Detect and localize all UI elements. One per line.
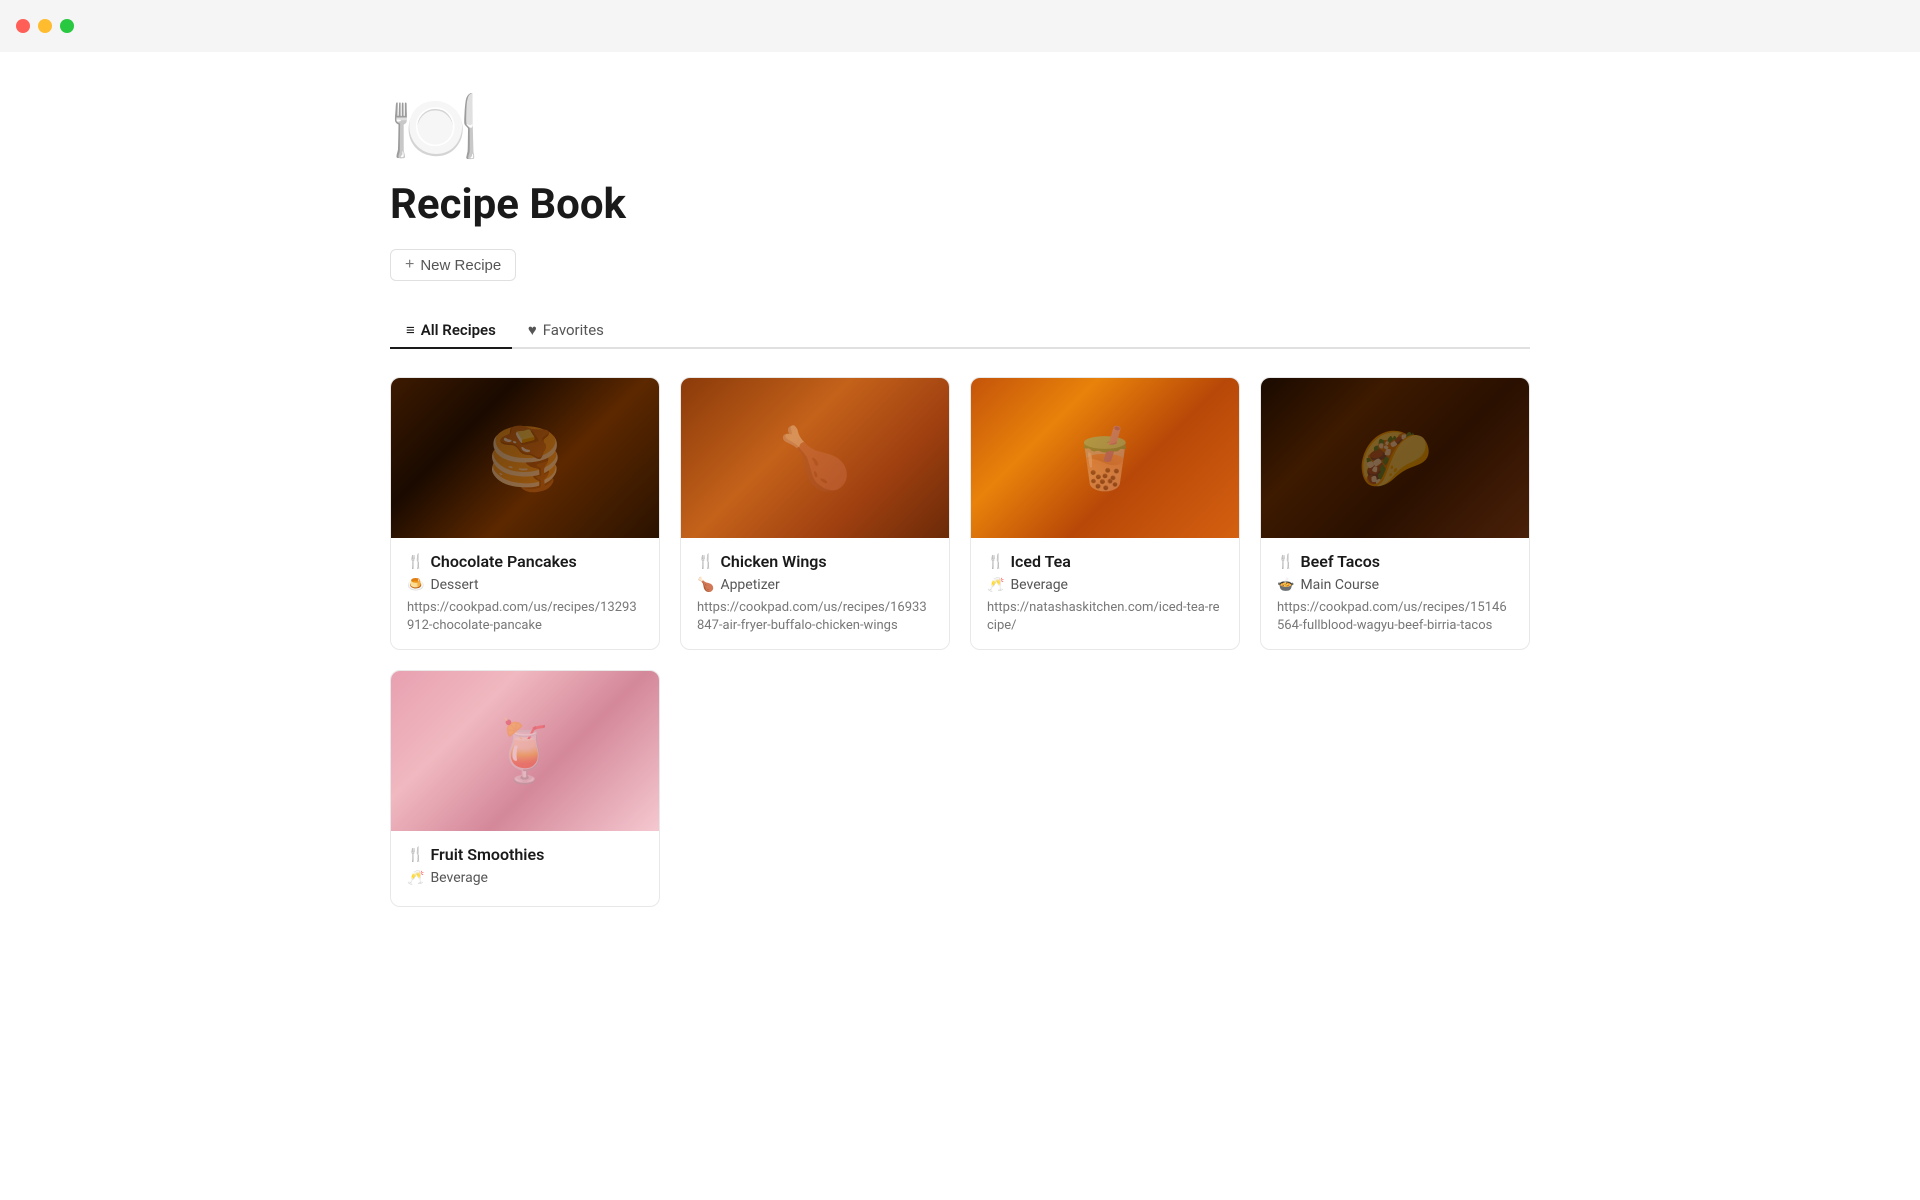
recipe-image-emoji-chocolate-pancakes: 🥞 [391, 378, 659, 538]
all-recipes-label: All Recipes [421, 321, 496, 339]
page-title: Recipe Book [390, 180, 1530, 229]
recipe-category-iced-tea: 🥂 Beverage [987, 577, 1223, 593]
recipe-card-body-chicken-wings: 🍴 Chicken Wings 🍗 Appetizer https://cook… [681, 538, 949, 649]
recipe-card-body-beef-tacos: 🍴 Beef Tacos 🍲 Main Course https://cookp… [1261, 538, 1529, 649]
recipe-image-fruit-smoothies: 🍹 [391, 671, 659, 831]
recipe-category-text: Dessert [430, 577, 478, 593]
favorites-icon: ♥ [528, 321, 537, 339]
new-recipe-label: New Recipe [420, 257, 501, 274]
recipe-card-body-iced-tea: 🍴 Iced Tea 🥂 Beverage https://natashaski… [971, 538, 1239, 649]
recipe-image-emoji-iced-tea: 🧋 [971, 378, 1239, 538]
recipe-name-icon: 🍴 [407, 847, 424, 863]
recipe-card-chocolate-pancakes[interactable]: 🥞 🍴 Chocolate Pancakes 🍮 Dessert https:/… [390, 377, 660, 650]
recipe-image-chocolate-pancakes: 🥞 [391, 378, 659, 538]
recipe-name-text: Fruit Smoothies [430, 845, 544, 864]
recipe-name-iced-tea: 🍴 Iced Tea [987, 552, 1223, 571]
recipe-image-emoji-fruit-smoothies: 🍹 [391, 671, 659, 831]
recipe-card-body-chocolate-pancakes: 🍴 Chocolate Pancakes 🍮 Dessert https://c… [391, 538, 659, 649]
recipe-name-text: Iced Tea [1010, 552, 1070, 571]
recipe-name-beef-tacos: 🍴 Beef Tacos [1277, 552, 1513, 571]
tab-favorites[interactable]: ♥ Favorites [512, 313, 620, 349]
maximize-button[interactable] [60, 19, 74, 33]
titlebar [0, 0, 1920, 52]
recipe-card-fruit-smoothies[interactable]: 🍹 🍴 Fruit Smoothies 🥂 Beverage [390, 670, 660, 907]
tab-all-recipes[interactable]: ≡ All Recipes [390, 313, 512, 349]
recipe-name-fruit-smoothies: 🍴 Fruit Smoothies [407, 845, 643, 864]
recipe-category-text: Beverage [430, 870, 488, 886]
recipe-name-icon: 🍴 [697, 554, 714, 570]
main-content: 🍽️ Recipe Book + New Recipe ≡ All Recipe… [310, 52, 1610, 947]
recipe-category-text: Beverage [1010, 577, 1068, 593]
recipe-name-icon: 🍴 [1277, 554, 1294, 570]
recipe-url-iced-tea[interactable]: https://natashaskitchen.com/iced-tea-rec… [987, 599, 1223, 635]
recipe-grid: 🥞 🍴 Chocolate Pancakes 🍮 Dessert https:/… [390, 377, 1530, 907]
recipe-name-chocolate-pancakes: 🍴 Chocolate Pancakes [407, 552, 643, 571]
recipe-name-chicken-wings: 🍴 Chicken Wings [697, 552, 933, 571]
recipe-category-chocolate-pancakes: 🍮 Dessert [407, 577, 643, 593]
recipe-image-iced-tea: 🧋 [971, 378, 1239, 538]
recipe-name-text: Beef Tacos [1300, 552, 1380, 571]
plus-icon: + [405, 256, 414, 274]
recipe-category-chicken-wings: 🍗 Appetizer [697, 577, 933, 593]
recipe-card-beef-tacos[interactable]: 🌮 🍴 Beef Tacos 🍲 Main Course https://coo… [1260, 377, 1530, 650]
recipe-category-text: Appetizer [720, 577, 779, 593]
recipe-image-emoji-chicken-wings: 🍗 [681, 378, 949, 538]
recipe-name-text: Chicken Wings [720, 552, 826, 571]
recipe-name-icon: 🍴 [987, 554, 1004, 570]
recipe-category-text: Main Course [1300, 577, 1379, 593]
recipe-card-body-fruit-smoothies: 🍴 Fruit Smoothies 🥂 Beverage [391, 831, 659, 906]
recipe-image-chicken-wings: 🍗 [681, 378, 949, 538]
recipe-category-icon: 🍗 [697, 577, 714, 593]
recipe-card-iced-tea[interactable]: 🧋 🍴 Iced Tea 🥂 Beverage https://natashas… [970, 377, 1240, 650]
recipe-category-icon: 🍲 [1277, 577, 1294, 593]
recipe-url-beef-tacos[interactable]: https://cookpad.com/us/recipes/15146564-… [1277, 599, 1513, 635]
recipe-name-text: Chocolate Pancakes [430, 552, 576, 571]
new-recipe-button[interactable]: + New Recipe [390, 249, 516, 281]
all-recipes-icon: ≡ [406, 321, 415, 339]
close-button[interactable] [16, 19, 30, 33]
recipe-category-icon: 🥂 [987, 577, 1004, 593]
recipe-category-icon: 🥂 [407, 870, 424, 886]
recipe-url-chicken-wings[interactable]: https://cookpad.com/us/recipes/16933847-… [697, 599, 933, 635]
recipe-card-chicken-wings[interactable]: 🍗 🍴 Chicken Wings 🍗 Appetizer https://co… [680, 377, 950, 650]
recipe-category-fruit-smoothies: 🥂 Beverage [407, 870, 643, 886]
page-icon: 🍽️ [390, 92, 1530, 164]
recipe-image-emoji-beef-tacos: 🌮 [1261, 378, 1529, 538]
recipe-category-beef-tacos: 🍲 Main Course [1277, 577, 1513, 593]
recipe-url-chocolate-pancakes[interactable]: https://cookpad.com/us/recipes/13293912-… [407, 599, 643, 635]
recipe-image-beef-tacos: 🌮 [1261, 378, 1529, 538]
tabs-container: ≡ All Recipes ♥ Favorites [390, 313, 1530, 349]
minimize-button[interactable] [38, 19, 52, 33]
recipe-category-icon: 🍮 [407, 577, 424, 593]
recipe-name-icon: 🍴 [407, 554, 424, 570]
favorites-label: Favorites [543, 321, 604, 339]
